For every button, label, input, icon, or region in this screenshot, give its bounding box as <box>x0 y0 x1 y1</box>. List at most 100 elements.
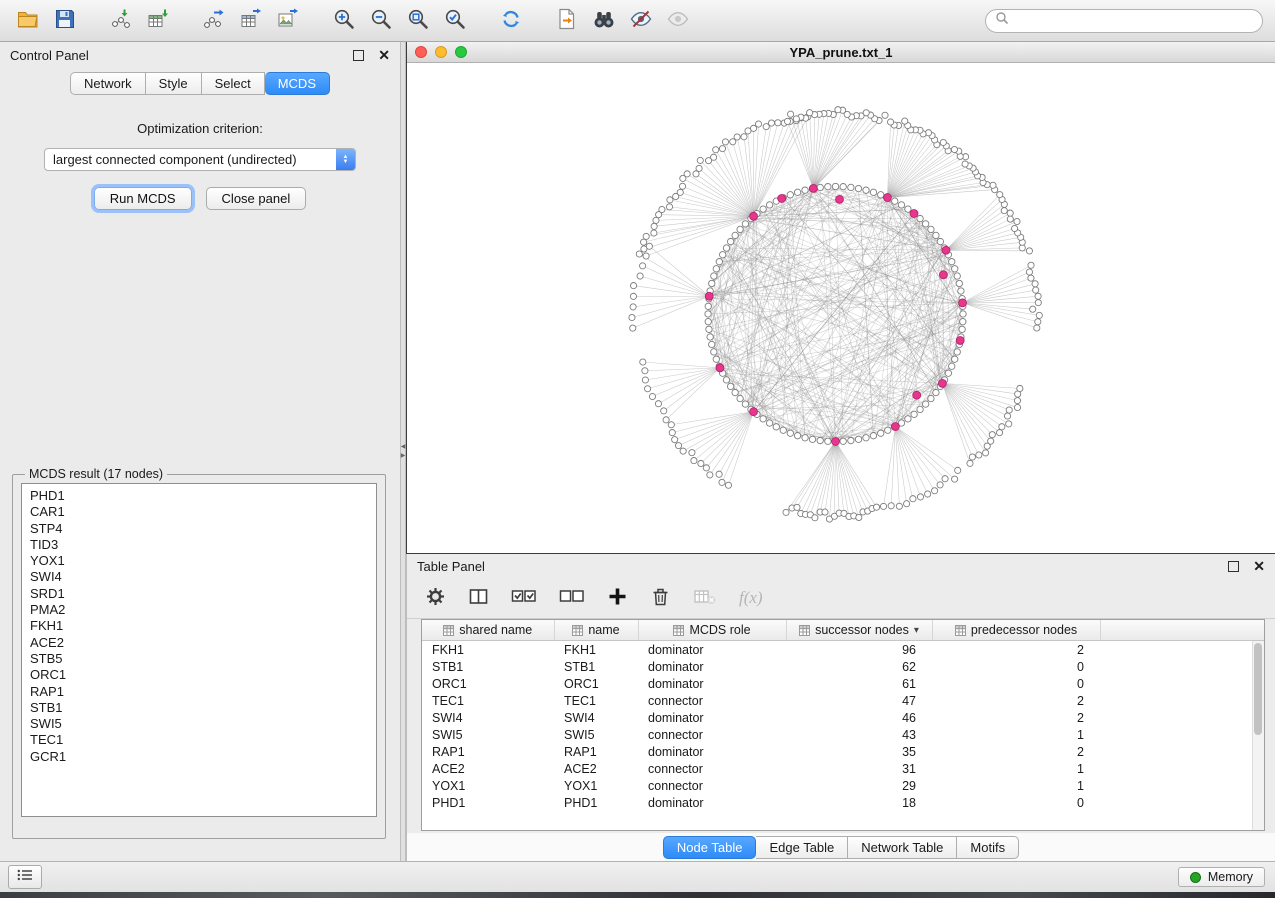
import-group <box>105 5 174 37</box>
float-panel-icon[interactable] <box>353 50 364 61</box>
task-history-button[interactable] <box>8 865 42 889</box>
memory-button[interactable]: Memory <box>1178 867 1265 887</box>
float-table-panel-icon[interactable] <box>1228 561 1239 572</box>
table-row[interactable]: FKH1FKH1dominator962 <box>422 641 1264 659</box>
column-header-successor-nodes[interactable]: successor nodes▾ <box>786 620 932 641</box>
mcds-result-item[interactable]: STB1 <box>30 700 368 716</box>
table-row[interactable]: ORC1ORC1dominator610 <box>422 675 1264 692</box>
table-cell: connector <box>638 726 786 743</box>
mcds-result-item[interactable]: TEC1 <box>30 732 368 748</box>
table-row[interactable]: TEC1TEC1connector472 <box>422 692 1264 709</box>
zoom-window-button[interactable] <box>455 46 467 58</box>
mcds-result-item[interactable]: SWI4 <box>30 569 368 585</box>
mcds-result-item[interactable]: CAR1 <box>30 504 368 520</box>
mcds-result-item[interactable]: ORC1 <box>30 667 368 683</box>
import-network-button[interactable] <box>105 5 137 37</box>
mcds-result-item[interactable]: RAP1 <box>30 684 368 700</box>
table-cell: dominator <box>638 641 786 659</box>
table-row[interactable]: YOX1YOX1connector291 <box>422 777 1264 794</box>
mcds-result-item[interactable]: SWI5 <box>30 716 368 732</box>
table-row[interactable]: SWI4SWI4dominator462 <box>422 709 1264 726</box>
main-toolbar <box>0 0 1275 42</box>
table-row[interactable]: ACE2ACE2connector311 <box>422 760 1264 777</box>
tab-node-table[interactable]: Node Table <box>663 836 757 859</box>
trash-icon <box>650 586 671 610</box>
tab-mcds[interactable]: MCDS <box>265 72 330 95</box>
table-row[interactable]: SWI5SWI5connector431 <box>422 726 1264 743</box>
select-all-button[interactable] <box>511 586 537 610</box>
mcds-result-item[interactable]: SRD1 <box>30 586 368 602</box>
mcds-result-item[interactable]: PHD1 <box>30 488 368 504</box>
right-pane: YPA_prune.txt_1 Table Panel ✕ <box>406 42 1275 861</box>
scrollbar-thumb[interactable] <box>1254 643 1262 735</box>
tab-select[interactable]: Select <box>202 72 265 95</box>
column-header-predecessor-nodes[interactable]: predecessor nodes <box>932 620 1100 641</box>
tab-network[interactable]: Network <box>70 72 146 95</box>
zoom-selected-button[interactable] <box>439 5 471 37</box>
mcds-result-item[interactable]: FKH1 <box>30 618 368 634</box>
close-table-panel-icon[interactable]: ✕ <box>1253 559 1265 573</box>
save-session-button[interactable] <box>49 5 81 37</box>
table-row[interactable]: PHD1PHD1dominator180 <box>422 794 1264 811</box>
add-column-button[interactable] <box>607 586 628 610</box>
close-panel-icon[interactable]: ✕ <box>378 48 390 62</box>
tab-edge-table[interactable]: Edge Table <box>756 836 848 859</box>
zoom-fit-button[interactable] <box>402 5 434 37</box>
table-cell: 61 <box>786 675 932 692</box>
mcds-result-item[interactable]: TID3 <box>30 537 368 553</box>
deselect-all-button[interactable] <box>559 586 585 610</box>
table-row[interactable]: RAP1RAP1dominator352 <box>422 743 1264 760</box>
import-network-icon <box>109 7 133 34</box>
zoom-out-button[interactable] <box>365 5 397 37</box>
open-file-button[interactable] <box>12 5 44 37</box>
table-cell: 35 <box>786 743 932 760</box>
column-header-shared-name[interactable]: shared name <box>422 620 554 641</box>
search-input[interactable] <box>1015 13 1253 29</box>
table-cell-filler <box>1100 726 1264 743</box>
export-image-icon <box>276 7 300 34</box>
column-header-name[interactable]: name <box>554 620 638 641</box>
mcds-result-item[interactable]: STB5 <box>30 651 368 667</box>
mcds-result-item[interactable]: ACE2 <box>30 635 368 651</box>
mcds-result-item[interactable]: STP4 <box>30 521 368 537</box>
import-table-icon <box>146 7 170 34</box>
export-image-button[interactable] <box>272 5 304 37</box>
hide-button[interactable] <box>625 5 657 37</box>
eye-slash-icon <box>629 7 653 34</box>
table-row[interactable]: STB1STB1dominator620 <box>422 658 1264 675</box>
share-document-button[interactable] <box>551 5 583 37</box>
zoom-selected-icon <box>443 7 467 34</box>
network-canvas[interactable] <box>407 63 1275 553</box>
table-cell: 31 <box>786 760 932 777</box>
sort-arrow-icon[interactable]: ▾ <box>914 625 919 636</box>
export-network-button[interactable] <box>198 5 230 37</box>
zoom-in-button[interactable] <box>328 5 360 37</box>
table-header-row: shared namenameMCDS rolesuccessor nodes▾… <box>422 620 1264 641</box>
table-cell: STB1 <box>422 658 554 675</box>
show-button[interactable] <box>662 5 694 37</box>
search-network-button[interactable] <box>588 5 620 37</box>
export-table-button[interactable] <box>235 5 267 37</box>
show-columns-button[interactable] <box>468 586 489 610</box>
mcds-result-item[interactable]: GCR1 <box>30 749 368 765</box>
control-panel-tabs: NetworkStyleSelectMCDS <box>0 72 400 95</box>
mcds-result-item[interactable]: YOX1 <box>30 553 368 569</box>
close-panel-button[interactable]: Close panel <box>206 187 307 210</box>
mcds-result-item[interactable]: PMA2 <box>30 602 368 618</box>
run-mcds-button[interactable]: Run MCDS <box>94 187 192 210</box>
tab-style[interactable]: Style <box>146 72 202 95</box>
table-scrollbar[interactable] <box>1252 641 1264 830</box>
import-table-button[interactable] <box>142 5 174 37</box>
search-box[interactable] <box>985 9 1263 33</box>
close-window-button[interactable] <box>415 46 427 58</box>
minimize-window-button[interactable] <box>435 46 447 58</box>
table-panel: Table Panel ✕ f(x) <box>406 554 1275 861</box>
delete-column-button[interactable] <box>650 586 671 610</box>
tab-network-table[interactable]: Network Table <box>848 836 957 859</box>
table-settings-button[interactable] <box>425 586 446 610</box>
node-table: shared namenameMCDS rolesuccessor nodes▾… <box>421 619 1265 831</box>
refresh-button[interactable] <box>495 5 527 37</box>
criterion-dropdown[interactable]: largest connected component (undirected)… <box>44 148 356 171</box>
tab-motifs[interactable]: Motifs <box>957 836 1019 859</box>
column-header-mcds-role[interactable]: MCDS role <box>638 620 786 641</box>
